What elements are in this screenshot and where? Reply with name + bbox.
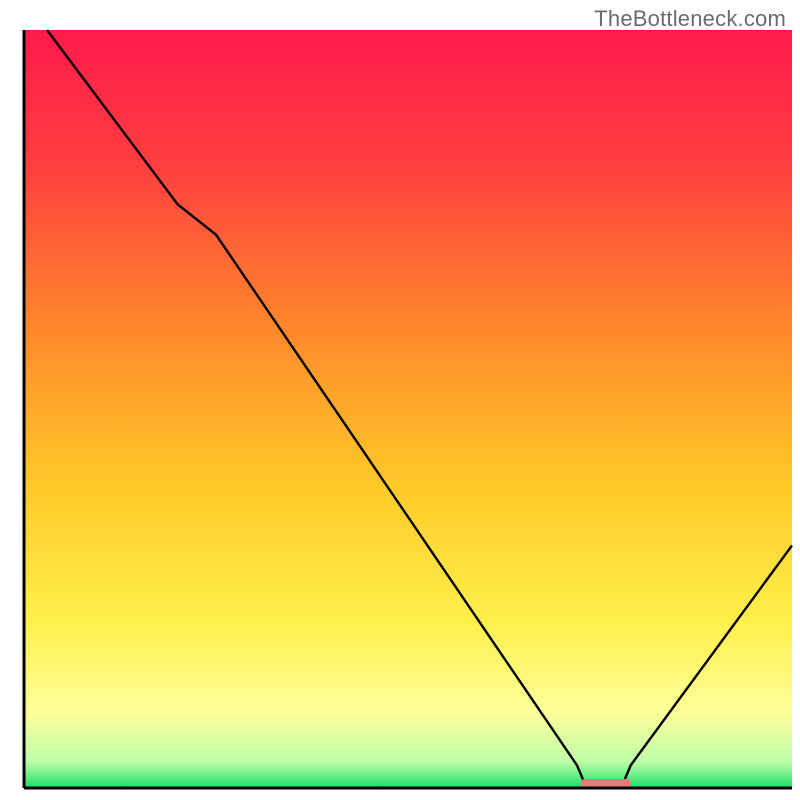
chart-frame: TheBottleneck.com: [0, 0, 800, 800]
bottleneck-chart: [0, 0, 800, 800]
watermark-text: TheBottleneck.com: [594, 6, 786, 32]
plot-background: [24, 30, 792, 788]
